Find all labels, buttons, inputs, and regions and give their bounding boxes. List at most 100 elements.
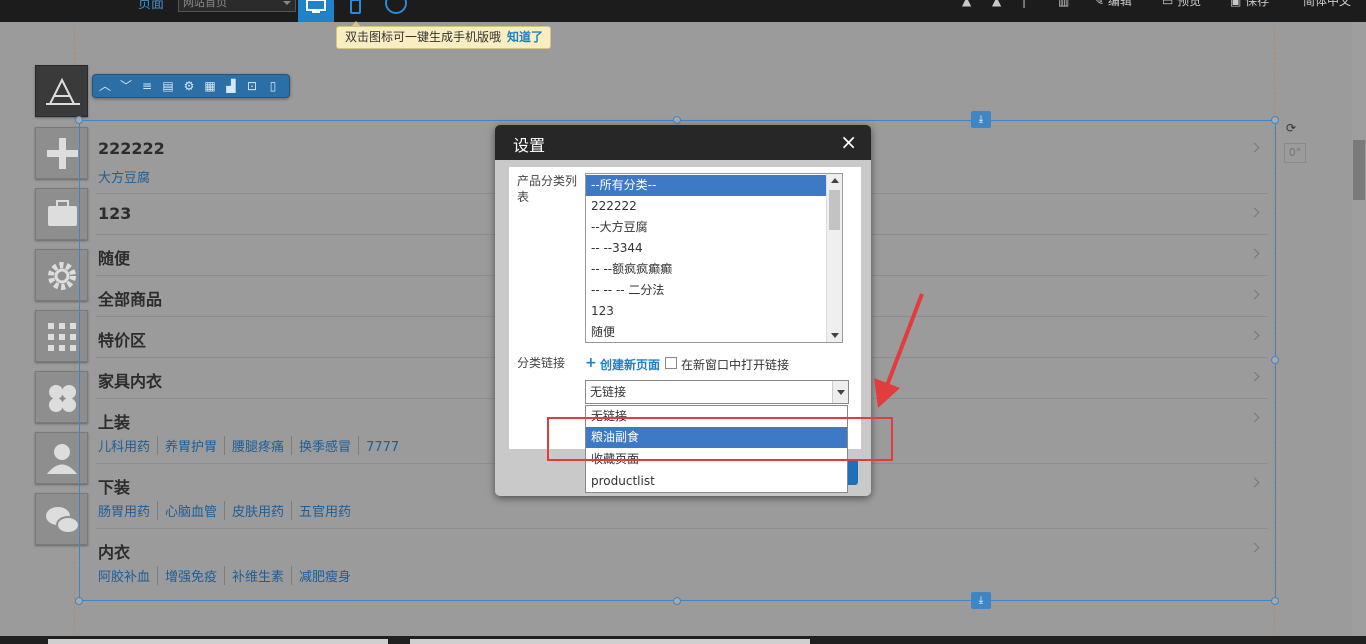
- tooltip-ok-link[interactable]: 知道了: [507, 30, 543, 44]
- highlight-box: [547, 417, 893, 461]
- close-icon[interactable]: ×: [840, 130, 857, 154]
- category-title[interactable]: 上装: [98, 409, 130, 433]
- category-title[interactable]: 家具内衣: [98, 368, 162, 392]
- desktop-view-button[interactable]: [298, 0, 334, 22]
- chevron-right-icon: [1249, 207, 1260, 218]
- preview-button[interactable]: ▭ 预览: [1162, 0, 1202, 8]
- page-select[interactable]: 网站首页: [178, 0, 296, 12]
- subcategory-link[interactable]: 减肥瘦身: [299, 566, 358, 585]
- chevron-right-icon: [1249, 371, 1260, 382]
- download-handle-icon[interactable]: ⤓: [971, 111, 991, 128]
- chevron-right-icon: [1249, 542, 1260, 553]
- category-title[interactable]: 222222: [98, 139, 165, 158]
- share-icon: [385, 0, 407, 14]
- create-page-link[interactable]: 创建新页面: [600, 356, 660, 373]
- resize-handle[interactable]: [1271, 356, 1279, 364]
- subcategory-link[interactable]: 阿胶补血: [98, 566, 159, 585]
- plus-icon[interactable]: +: [585, 355, 597, 371]
- app-store-icon: [46, 77, 80, 105]
- refresh-icon[interactable]: ⟳: [1286, 121, 1302, 137]
- subcategory-link[interactable]: 补维生素: [232, 566, 293, 585]
- open-new-window-checkbox[interactable]: [665, 357, 677, 369]
- preview-label: 预览: [1177, 0, 1202, 8]
- settings-icon[interactable]: ⚙: [181, 78, 197, 94]
- category-list-label: 产品分类列表: [517, 174, 578, 204]
- edit-text-icon[interactable]: ≡: [139, 78, 155, 94]
- columns-icon[interactable]: ▦: [202, 78, 218, 94]
- taskbar-item: [48, 639, 388, 644]
- chevron-down-icon[interactable]: [832, 381, 848, 403]
- category-option[interactable]: 123: [586, 301, 826, 322]
- dialog-header[interactable]: 设置 ×: [495, 125, 871, 160]
- save-label: 保存: [1245, 0, 1270, 8]
- category-option[interactable]: 222222: [586, 196, 826, 217]
- category-title[interactable]: 下装: [98, 474, 130, 498]
- category-title[interactable]: 123: [98, 204, 131, 223]
- subcategory-link[interactable]: 7777: [366, 440, 406, 455]
- tooltip-text: 双击图标可一键生成手机版哦: [345, 30, 502, 44]
- category-title[interactable]: 随便: [98, 245, 130, 269]
- scroll-down-icon[interactable]: [831, 333, 839, 338]
- subcategory-link[interactable]: 五官用药: [299, 501, 358, 520]
- category-listbox[interactable]: --所有分类-- 222222 --大方豆腐 -- --3344 -- --额疯…: [585, 173, 843, 343]
- pointer-icon[interactable]: ▲: [992, 0, 1001, 7]
- resize-handle[interactable]: [75, 116, 83, 124]
- bottom-strip: [0, 636, 1366, 644]
- rotation-degree[interactable]: 0°: [1284, 143, 1306, 163]
- category-option[interactable]: -- --额疯疯癫癫: [586, 259, 826, 280]
- category-option[interactable]: -- -- -- 二分法: [586, 280, 826, 301]
- category-option[interactable]: --所有分类--: [586, 175, 826, 196]
- subcategory-link[interactable]: 心脑血管: [165, 501, 226, 520]
- mobile-view-button[interactable]: [338, 0, 374, 22]
- theme-icon[interactable]: ▲: [962, 0, 971, 7]
- resize-handle[interactable]: [673, 116, 681, 124]
- link-option[interactable]: productlist: [586, 471, 847, 492]
- layout-icon[interactable]: ▥: [1058, 0, 1069, 7]
- delete-icon[interactable]: ▯: [265, 78, 281, 94]
- category-option[interactable]: 随便: [586, 322, 826, 342]
- category-option[interactable]: --大方豆腐: [586, 217, 826, 238]
- scroll-up-icon[interactable]: [831, 178, 839, 183]
- subcategory-list: 大方豆腐: [98, 167, 164, 186]
- taskbar-item: [410, 639, 810, 644]
- edit-label: 编辑: [1107, 0, 1132, 8]
- language-select[interactable]: 简体中文: [1303, 0, 1351, 7]
- category-title[interactable]: 特价区: [98, 327, 146, 351]
- category-link-label: 分类链接: [517, 356, 566, 370]
- save-button[interactable]: ▣ 保存: [1230, 0, 1270, 8]
- lock-icon[interactable]: ⊡: [244, 78, 260, 94]
- subcategory-link[interactable]: 皮肤用药: [232, 501, 293, 520]
- download-handle-icon[interactable]: ⤓: [971, 592, 991, 609]
- resize-handle[interactable]: [1271, 597, 1279, 605]
- move-up-icon[interactable]: ︿: [97, 78, 113, 94]
- category-row[interactable]: 内衣 阿胶补血 增强免疫 补维生素 减肥瘦身: [96, 529, 1268, 594]
- subcategory-link[interactable]: 腰腿疼痛: [232, 436, 293, 455]
- listbox-scroll-thumb[interactable]: [829, 190, 840, 230]
- style-icon[interactable]: ▤: [160, 78, 176, 94]
- subcategory-link[interactable]: 增强免疫: [165, 566, 226, 585]
- chart-icon[interactable]: ▟: [223, 78, 239, 94]
- subcategory-link[interactable]: 换季感冒: [299, 436, 360, 455]
- listbox-scrollbar[interactable]: [826, 174, 842, 342]
- share-view-button[interactable]: [378, 0, 414, 22]
- move-down-icon[interactable]: ﹀: [118, 78, 134, 94]
- resize-handle[interactable]: [75, 597, 83, 605]
- resize-handle[interactable]: [673, 597, 681, 605]
- link-select[interactable]: 无链接: [585, 380, 849, 404]
- app-store-button[interactable]: [35, 65, 88, 117]
- edit-button[interactable]: ✎ 编辑: [1094, 0, 1132, 8]
- category-title[interactable]: 全部商品: [98, 286, 162, 310]
- divider-icon: |: [1022, 0, 1027, 8]
- scrollbar[interactable]: [1352, 22, 1366, 636]
- subcategory-link[interactable]: 养胃护胃: [165, 436, 226, 455]
- subcategory-link[interactable]: 大方豆腐: [98, 167, 157, 186]
- category-title[interactable]: 内衣: [98, 539, 130, 563]
- scrollbar-thumb[interactable]: [1353, 140, 1365, 200]
- subcategory-link[interactable]: 儿科用药: [98, 436, 159, 455]
- subcategory-link[interactable]: 肠胃用药: [98, 501, 159, 520]
- category-option[interactable]: -- --3344: [586, 238, 826, 259]
- annotation-arrow-icon: [874, 293, 924, 408]
- resize-handle[interactable]: [1271, 116, 1279, 124]
- monitor-icon: [306, 0, 326, 13]
- chevron-right-icon: [1249, 477, 1260, 488]
